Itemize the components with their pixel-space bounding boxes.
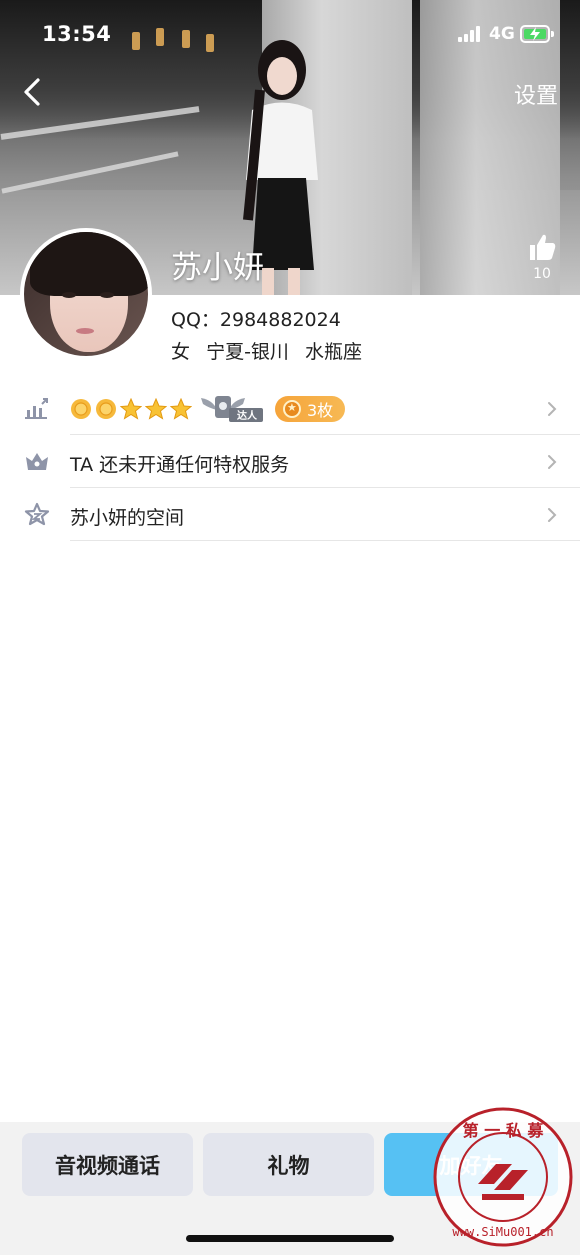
chevron-right-icon [548,455,557,469]
medal-coin-icon [283,400,301,418]
settings-button[interactable]: 设置 [514,78,558,110]
medal-count-pill[interactable]: 3枚 [275,396,346,422]
star-level-icon [170,398,192,420]
qq-number-line: QQ：2984882024 [171,305,341,332]
star-outline-icon [24,502,50,526]
badge-master-label: 达人 [237,411,257,422]
profile-name: 苏小妍 [171,250,264,286]
profile-meta: 女 宁夏-银川 水瓶座 [171,337,372,364]
thumbs-up-icon [530,234,556,260]
like-count: 10 [533,266,551,282]
home-indicator[interactable] [186,1235,394,1242]
sun-level-icon [96,399,116,419]
avatar-eye [62,292,76,298]
star-level-icon [145,398,167,420]
profile-location: 宁夏-银川 [206,341,289,363]
chevron-left-icon [24,78,40,106]
profile-zodiac: 水瓶座 [304,341,362,363]
space-label: 苏小妍的空间 [70,507,185,529]
svg-text:www.SiMu001.cn: www.SiMu001.cn [452,1225,553,1239]
cover-railing [1,151,179,194]
star-level-icon [120,398,142,420]
status-bar: 13:54 4G [0,0,580,64]
avatar-eye [100,292,114,298]
cellular-signal-icon [458,26,484,42]
avatar-lips [76,328,94,334]
svg-text:第 一 私 募: 第 一 私 募 [463,1121,545,1140]
gift-button[interactable]: 礼物 [203,1133,374,1196]
qq-level-badges: 达人 3枚 [70,392,346,426]
status-time: 13:54 [42,22,112,46]
privilege-row[interactable]: TA 还未开通任何特权服务 [0,435,580,488]
level-row[interactable]: 达人 3枚 [0,382,580,435]
network-type: 4G [489,24,515,44]
sun-level-icon [71,399,91,419]
space-row[interactable]: 苏小妍的空间 [0,488,580,541]
level-chart-icon [25,398,48,419]
chevron-right-icon [548,508,557,522]
avatar-hair [30,232,148,296]
video-call-button[interactable]: 音视频通话 [22,1133,193,1196]
qq-number: 2984882024 [219,309,341,331]
crown-icon [26,453,48,470]
like-button[interactable] [522,232,562,266]
row-divider [70,540,580,541]
medal-count: 3枚 [307,401,334,420]
chevron-right-icon [548,402,557,416]
master-wing-badge: 达人 [199,394,265,424]
back-button[interactable] [18,74,48,110]
avatar[interactable] [20,228,152,360]
profile-gender: 女 [171,341,191,363]
battery-charging-icon [520,25,554,43]
privilege-label: TA 还未开通任何特权服务 [70,454,290,476]
qq-label: QQ： [171,309,220,331]
watermark-stamp-logo: 第 一 私 募 www.SiMu001.cn [433,1107,573,1247]
